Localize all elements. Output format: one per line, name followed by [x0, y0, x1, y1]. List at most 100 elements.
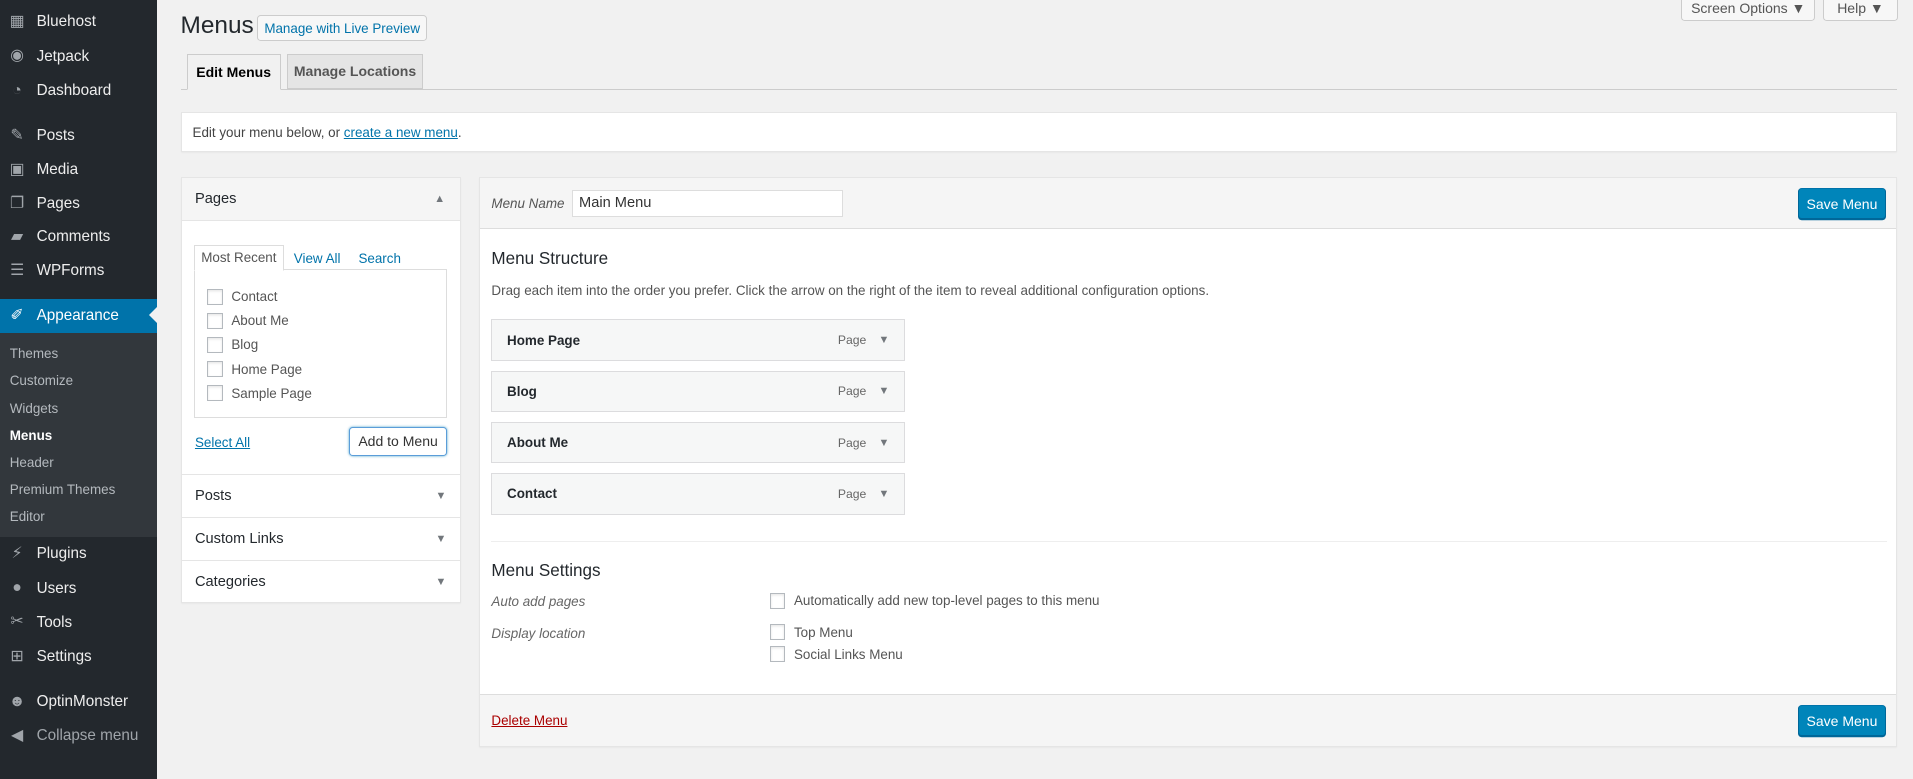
- sidebar-item-label: WPForms: [36, 262, 105, 280]
- section-custom-links[interactable]: Custom Links ▼: [181, 517, 461, 560]
- menu-name-input[interactable]: [571, 190, 843, 217]
- checkbox-icon[interactable]: [769, 624, 786, 641]
- plugin-icon: ⚡: [11, 545, 23, 563]
- location-top-menu-checkbox[interactable]: Top Menu: [769, 624, 853, 641]
- delete-menu-link[interactable]: Delete Menu: [491, 713, 567, 728]
- sidebar-item-settings[interactable]: ⊞ Settings: [0, 639, 157, 673]
- dashboard-icon: ◔: [12, 81, 22, 99]
- page-label: Blog: [231, 337, 259, 353]
- sidebar-item-label: Pages: [36, 195, 80, 213]
- save-menu-button-top[interactable]: Save Menu: [1798, 187, 1886, 220]
- tab-divider: [180, 89, 1898, 90]
- checkbox-icon[interactable]: [206, 288, 223, 305]
- select-all-link[interactable]: Select All: [195, 435, 250, 450]
- auto-add-checkbox[interactable]: Automatically add new top-level pages to…: [769, 592, 1100, 609]
- submenu-item-premium-themes[interactable]: Premium Themes: [10, 482, 116, 497]
- sidebar-item-optinmonster[interactable]: ☻ OptinMonster: [0, 684, 157, 718]
- location-label: Social Links Menu: [793, 646, 903, 662]
- jetpack-icon: ◉: [10, 47, 24, 65]
- expand-arrow-icon[interactable]: ▼: [879, 334, 890, 346]
- section-title: Custom Links: [194, 530, 284, 547]
- settings-icon: ⊞: [10, 647, 24, 665]
- page-checkbox[interactable]: Home Page: [206, 361, 302, 378]
- section-posts[interactable]: Posts ▼: [181, 474, 461, 517]
- sidebar-item-collapse-menu[interactable]: ◀ Collapse menu: [0, 719, 157, 753]
- add-to-menu-button[interactable]: Add to Menu: [348, 426, 448, 457]
- menu-structure-desc: Drag each item into the order you prefer…: [491, 282, 1210, 298]
- pages-section-header[interactable]: Pages ▲: [181, 177, 460, 221]
- tab-manage-locations[interactable]: Manage Locations: [286, 53, 424, 90]
- section-categories[interactable]: Categories ▼: [181, 559, 461, 603]
- monster-icon: ☻: [8, 692, 26, 710]
- menu-item[interactable]: Blog Page ▼: [491, 370, 905, 413]
- expand-arrow-icon[interactable]: ▼: [879, 437, 890, 449]
- sidebar-item-tools[interactable]: ✂ Tools: [0, 605, 157, 639]
- sidebar-item-comments[interactable]: ▰ Comments: [0, 220, 157, 254]
- create-new-menu-link[interactable]: create a new menu: [344, 125, 458, 140]
- submenu-item-header[interactable]: Header: [10, 455, 54, 470]
- menu-name-label: Menu Name: [491, 196, 565, 212]
- submenu-item-themes[interactable]: Themes: [10, 346, 58, 361]
- tab-search[interactable]: Search: [358, 251, 400, 266]
- page-checkbox[interactable]: Blog: [206, 337, 259, 353]
- sidebar-item-label: Collapse menu: [36, 727, 139, 745]
- menu-item[interactable]: About Me Page ▼: [491, 421, 905, 464]
- save-menu-button-bottom[interactable]: Save Menu: [1798, 704, 1886, 737]
- page-checkbox[interactable]: Contact: [206, 288, 278, 305]
- sidebar-item-wpforms[interactable]: ☰ WPForms: [0, 254, 157, 288]
- screen-options-button[interactable]: Screen Options ▼: [1681, 0, 1816, 21]
- sidebar-item-bluehost[interactable]: ▦ Bluehost: [0, 5, 157, 39]
- tab-most-recent[interactable]: Most Recent: [193, 244, 284, 271]
- triangle-down-icon: ▼: [435, 490, 447, 503]
- pages-icon: ❐: [9, 194, 25, 212]
- sidebar-item-label: Posts: [36, 126, 75, 144]
- menu-item-title: Home Page: [507, 332, 581, 348]
- submenu-item-widgets[interactable]: Widgets: [10, 401, 58, 416]
- sidebar-item-plugins[interactable]: ⚡ Plugins: [0, 537, 157, 571]
- menu-item[interactable]: Home Page Page ▼: [491, 319, 905, 361]
- submenu-item-editor[interactable]: Editor: [10, 509, 45, 524]
- location-social-links-checkbox[interactable]: Social Links Menu: [769, 646, 903, 663]
- submenu-item-customize[interactable]: Customize: [10, 373, 73, 388]
- menu-settings-title: Menu Settings: [491, 560, 601, 580]
- wrench-icon: ✂: [10, 613, 24, 631]
- sidebar-item-label: Tools: [36, 613, 73, 631]
- checkbox-icon[interactable]: [206, 312, 223, 329]
- triangle-down-icon: ▼: [435, 532, 447, 545]
- sidebar-item-label: Users: [36, 579, 77, 597]
- comment-icon: ▰: [10, 227, 24, 245]
- page-label: Contact: [231, 289, 278, 305]
- sidebar-item-media[interactable]: ▣ Media: [0, 153, 157, 187]
- help-button[interactable]: Help ▼: [1822, 0, 1899, 21]
- tab-edit-menus[interactable]: Edit Menus: [186, 53, 281, 91]
- sidebar-item-dashboard[interactable]: ◔ Dashboard: [0, 73, 157, 107]
- sidebar-item-label: Bluehost: [36, 13, 96, 31]
- live-preview-button[interactable]: Manage with Live Preview: [257, 14, 427, 42]
- sidebar-item-label: Dashboard: [36, 81, 112, 99]
- tab-view-all[interactable]: View All: [294, 251, 341, 266]
- menu-item[interactable]: Contact Page ▼: [491, 473, 905, 515]
- pin-icon: ✎: [10, 126, 24, 144]
- menu-item-type: Page: [837, 384, 867, 399]
- location-label: Top Menu: [793, 624, 853, 640]
- page-checkbox[interactable]: About Me: [206, 312, 289, 329]
- sidebar-item-label: Media: [36, 161, 79, 179]
- checkbox-icon[interactable]: [206, 361, 223, 378]
- user-icon: ●: [12, 579, 22, 597]
- sidebar-item-pages[interactable]: ❐ Pages: [0, 187, 157, 221]
- sidebar-item-jetpack[interactable]: ◉ Jetpack: [0, 39, 157, 73]
- checkbox-icon[interactable]: [206, 337, 223, 353]
- checkbox-icon[interactable]: [206, 385, 223, 402]
- page-checkbox[interactable]: Sample Page: [206, 385, 312, 402]
- sidebar-item-label: Appearance: [36, 307, 119, 325]
- expand-arrow-icon[interactable]: ▼: [879, 385, 890, 397]
- checkbox-icon[interactable]: [769, 592, 786, 609]
- sidebar-item-posts[interactable]: ✎ Posts: [0, 118, 157, 152]
- sidebar-item-users[interactable]: ● Users: [0, 571, 157, 605]
- submenu-item-menus[interactable]: Menus: [10, 428, 52, 443]
- sidebar-item-appearance[interactable]: ✐ Appearance: [0, 298, 158, 334]
- checkbox-icon[interactable]: [769, 646, 786, 663]
- expand-arrow-icon[interactable]: ▼: [879, 488, 890, 500]
- pages-title: Pages: [194, 190, 237, 207]
- admin-sidebar: ▦ Bluehost ◉ Jetpack ◔ Dashboard ✎ Posts ▣ Media ❐…: [0, 0, 158, 779]
